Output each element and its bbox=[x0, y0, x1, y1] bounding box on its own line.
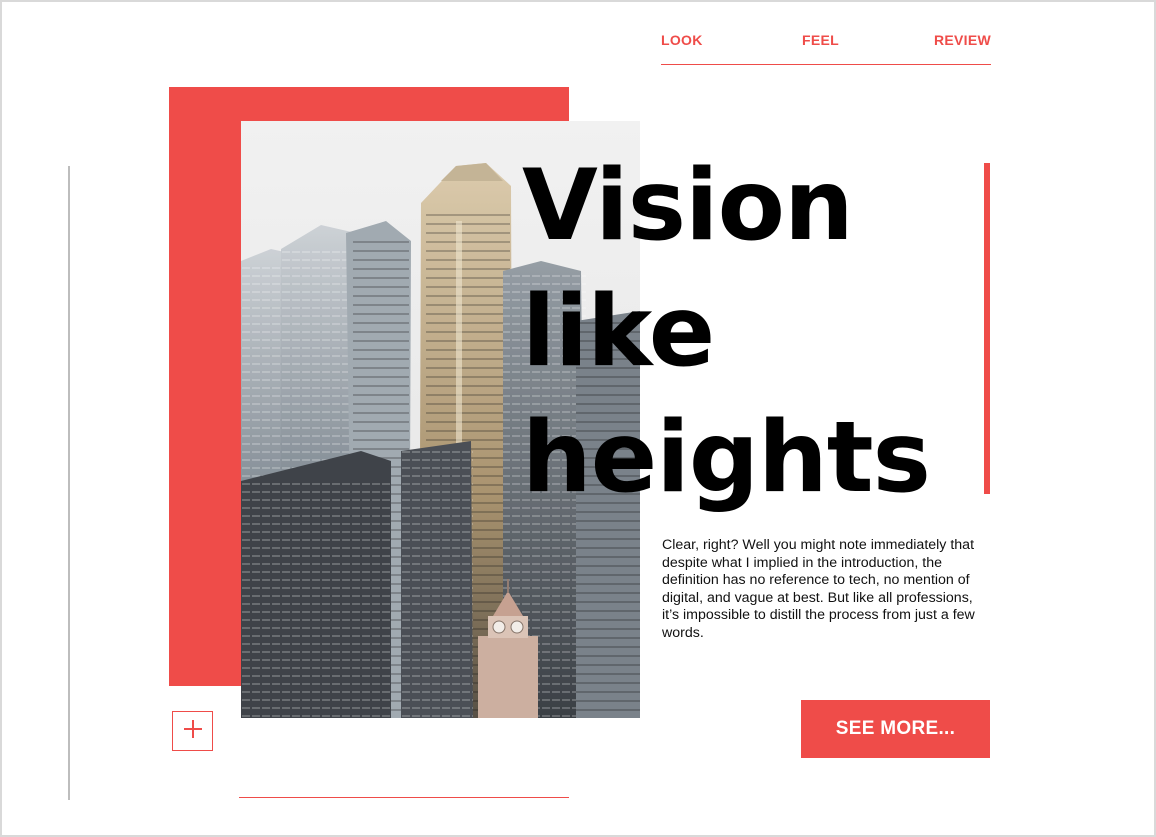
top-nav: LOOK FEEL REVIEW bbox=[661, 30, 991, 66]
headline-line-1: Vision bbox=[522, 149, 854, 263]
nav-item-review[interactable]: REVIEW bbox=[934, 32, 991, 48]
hero-body-text: Clear, right? Well you might note immedi… bbox=[662, 537, 975, 641]
headline-line-2: like bbox=[522, 275, 715, 389]
nav-item-feel[interactable]: FEEL bbox=[802, 32, 839, 48]
accent-vertical-bar bbox=[984, 163, 990, 494]
hero-headline: Vision like heights bbox=[522, 143, 942, 521]
nav-item-look[interactable]: LOOK bbox=[661, 32, 703, 48]
left-vertical-rule bbox=[68, 166, 70, 800]
bottom-accent-line bbox=[239, 797, 569, 798]
nav-underline bbox=[661, 64, 991, 65]
headline-line-3: heights bbox=[522, 401, 931, 515]
plus-icon bbox=[183, 719, 203, 744]
add-button[interactable] bbox=[172, 711, 213, 751]
see-more-button[interactable]: SEE MORE... bbox=[801, 700, 990, 758]
